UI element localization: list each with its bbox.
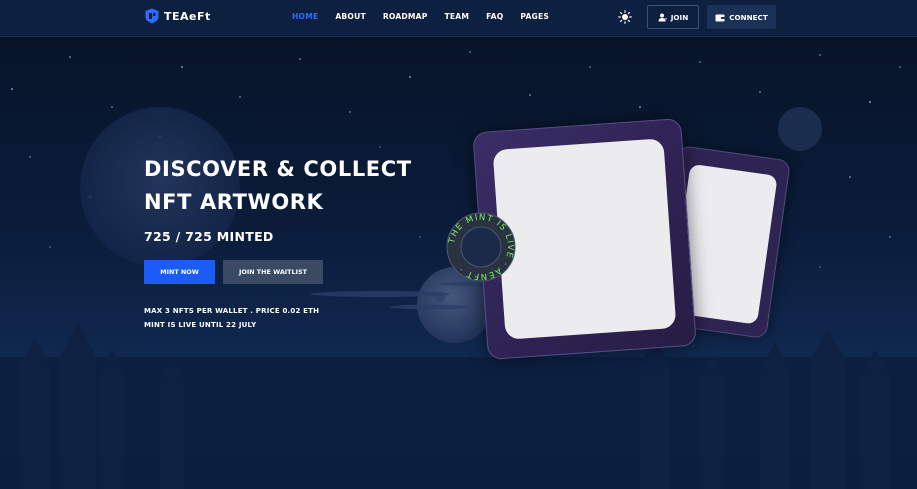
hero-section: DISCOVER & COLLECT NFT ARTWORK 725 / 725…: [0, 37, 917, 489]
nav-pages[interactable]: PAGES: [520, 12, 549, 21]
mint-now-button[interactable]: MINT NOW: [144, 260, 215, 284]
hero-title-line2: NFT ARTWORK: [144, 190, 324, 214]
minted-count: 725 / 725 MINTED: [144, 229, 274, 244]
nft-card-front-image: [492, 138, 677, 340]
join-label: JOIN: [670, 12, 689, 22]
nav-faq[interactable]: FAQ: [486, 12, 503, 21]
main-nav: HOME ABOUT ROADMAP TEAM FAQ PAGES: [292, 12, 549, 21]
sun-icon[interactable]: [618, 10, 632, 24]
nav-team[interactable]: TEAM: [445, 12, 470, 21]
mint-info-line2: MINT IS LIVE UNTIL 22 JULY: [144, 321, 257, 329]
connect-label: CONNECT: [729, 12, 768, 22]
mint-live-badge: THE MINT IS LIVE · AENFT ·: [446, 212, 516, 282]
logo[interactable]: TEAeFt: [144, 8, 211, 24]
moon-right: [778, 107, 822, 151]
site-header: TEAeFt HOME ABOUT ROADMAP TEAM FAQ PAGES…: [0, 0, 917, 37]
wallet-icon: [715, 14, 725, 21]
mint-info-line1: MAX 3 NFTS PER WALLET . PRICE 0.02 ETH: [144, 307, 320, 315]
nav-home[interactable]: HOME: [292, 12, 318, 21]
nav-roadmap[interactable]: ROADMAP: [383, 12, 428, 21]
nav-about[interactable]: ABOUT: [335, 12, 365, 21]
join-button[interactable]: JOIN: [647, 5, 699, 29]
logo-text: TEAeFt: [164, 9, 211, 23]
hero-title: DISCOVER & COLLECT NFT ARTWORK: [144, 153, 444, 219]
hero-title-line1: DISCOVER & COLLECT: [144, 157, 412, 181]
shield-logo-icon: [145, 8, 159, 24]
connect-button[interactable]: CONNECT: [707, 5, 776, 29]
join-waitlist-button[interactable]: JOIN THE WAITLIST: [223, 260, 323, 284]
user-icon: [658, 13, 667, 21]
mint-info: MAX 3 NFTS PER WALLET . PRICE 0.02 ETH M…: [144, 304, 319, 332]
